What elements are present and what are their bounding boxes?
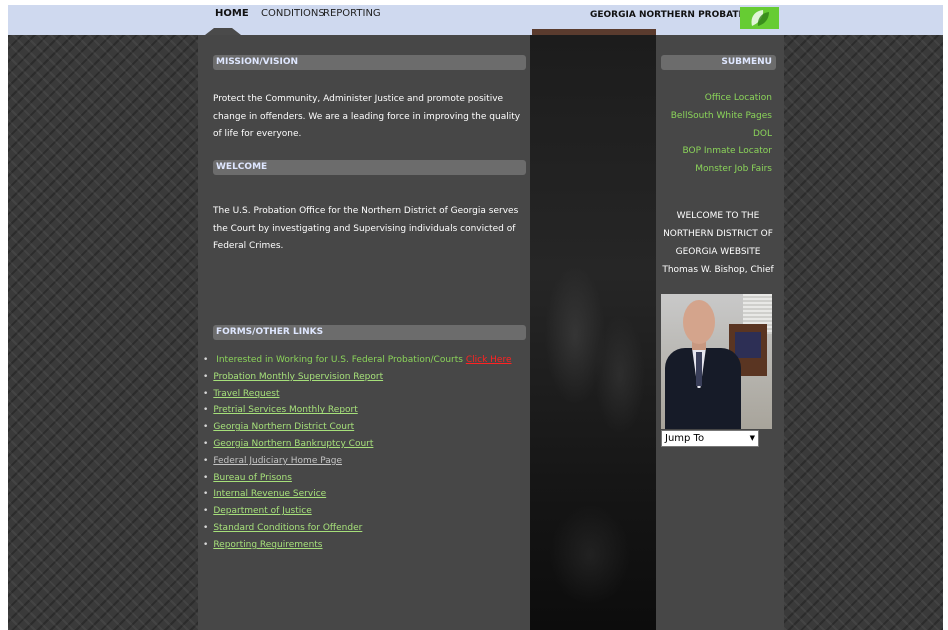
list-item: • Standard Conditions for Offender — [203, 520, 512, 537]
pretrial-report-link[interactable]: Pretrial Services Monthly Report — [213, 405, 357, 415]
irs-link[interactable]: Internal Revenue Service — [213, 489, 326, 499]
bullet-icon: • — [203, 355, 209, 365]
bullet-icon: • — [203, 371, 209, 382]
reporting-requirements-link[interactable]: Reporting Requirements — [213, 540, 322, 550]
welcome-heading: WELCOME — [213, 160, 526, 175]
submenu-heading: SUBMENU — [661, 55, 776, 70]
list-item: • Interested in Working for U.S. Federal… — [203, 352, 512, 369]
employment-text: Interested in Working for U.S. Federal P… — [216, 355, 463, 365]
district-court-link[interactable]: Georgia Northern District Court — [213, 422, 354, 432]
nav-reporting-link[interactable]: REPORTING — [323, 8, 381, 19]
bullet-icon: • — [203, 388, 209, 399]
submenu-item-job-fairs[interactable]: Monster Job Fairs — [671, 161, 772, 179]
chief-photo — [661, 294, 772, 429]
submenu-item-dol[interactable]: DOL — [671, 126, 772, 144]
site-brand: GEORGIA NORTHERN PROBATION — [590, 10, 758, 20]
nav-home-link[interactable]: HOME — [215, 8, 249, 19]
list-item: • Internal Revenue Service — [203, 486, 512, 503]
leaf-logo-icon[interactable] — [740, 7, 779, 29]
travel-request-link[interactable]: Travel Request — [213, 389, 279, 399]
bullet-icon: • — [203, 489, 209, 500]
welcome-line: WELCOME TO THE — [676, 211, 760, 221]
bullet-icon: • — [203, 438, 209, 449]
chief-name: Thomas W. Bishop, Chief — [662, 265, 774, 275]
department-of-justice-link[interactable]: Department of Justice — [213, 506, 311, 516]
bullet-icon: • — [203, 455, 209, 466]
submenu-item-inmate-locator[interactable]: BOP Inmate Locator — [671, 143, 772, 161]
mission-heading: MISSION/VISION — [213, 55, 526, 70]
bullet-icon: • — [203, 422, 209, 433]
bullet-icon: • — [203, 522, 209, 533]
welcome-text: The U.S. Probation Office for the Northe… — [213, 206, 519, 251]
list-item: • Probation Monthly Supervision Report — [203, 369, 512, 386]
submenu-list: Office Location BellSouth White Pages DO… — [671, 90, 772, 179]
welcome-line: GEORGIA WEBSITE — [675, 247, 761, 257]
submenu-item-office-location[interactable]: Office Location — [671, 90, 772, 108]
list-item: • Federal Judiciary Home Page — [203, 453, 512, 470]
federal-judiciary-link[interactable]: Federal Judiciary Home Page — [213, 456, 342, 466]
forms-heading: FORMS/OTHER LINKS — [213, 325, 526, 340]
list-item: • Travel Request — [203, 386, 512, 403]
bankruptcy-court-link[interactable]: Georgia Northern Bankruptcy Court — [213, 439, 373, 449]
bullet-icon: • — [203, 539, 209, 550]
list-item: • Georgia Northern Bankruptcy Court — [203, 436, 512, 453]
welcome-line: NORTHERN DISTRICT OF — [663, 229, 773, 239]
list-item: • Bureau of Prisons — [203, 470, 512, 487]
nav-conditions-link[interactable]: CONDITIONS — [261, 8, 325, 19]
bullet-icon: • — [203, 506, 209, 517]
list-item: • Department of Justice — [203, 503, 512, 520]
bureau-of-prisons-link[interactable]: Bureau of Prisons — [213, 473, 292, 483]
jump-to-value: Jump To — [665, 433, 705, 444]
sidebar-welcome: WELCOME TO THE NORTHERN DISTRICT OF GEOR… — [660, 207, 776, 279]
forms-links-list: • Interested in Working for U.S. Federal… — [203, 352, 512, 554]
mission-text: Protect the Community, Administer Justic… — [213, 94, 521, 139]
bullet-icon: • — [203, 405, 209, 416]
standard-conditions-link[interactable]: Standard Conditions for Offender — [213, 523, 362, 533]
submenu-item-white-pages[interactable]: BellSouth White Pages — [671, 108, 772, 126]
probation-report-link[interactable]: Probation Monthly Supervision Report — [213, 372, 383, 382]
background-photo-column — [530, 35, 657, 630]
bullet-icon: • — [203, 472, 209, 483]
chevron-down-icon: ▼ — [749, 434, 755, 442]
list-item: • Reporting Requirements — [203, 537, 512, 554]
top-nav-bar — [8, 5, 943, 35]
list-item: • Pretrial Services Monthly Report — [203, 402, 512, 419]
jump-to-select[interactable]: Jump To ▼ — [661, 430, 759, 447]
click-here-link[interactable]: Click Here — [466, 355, 512, 365]
list-item: • Georgia Northern District Court — [203, 419, 512, 436]
